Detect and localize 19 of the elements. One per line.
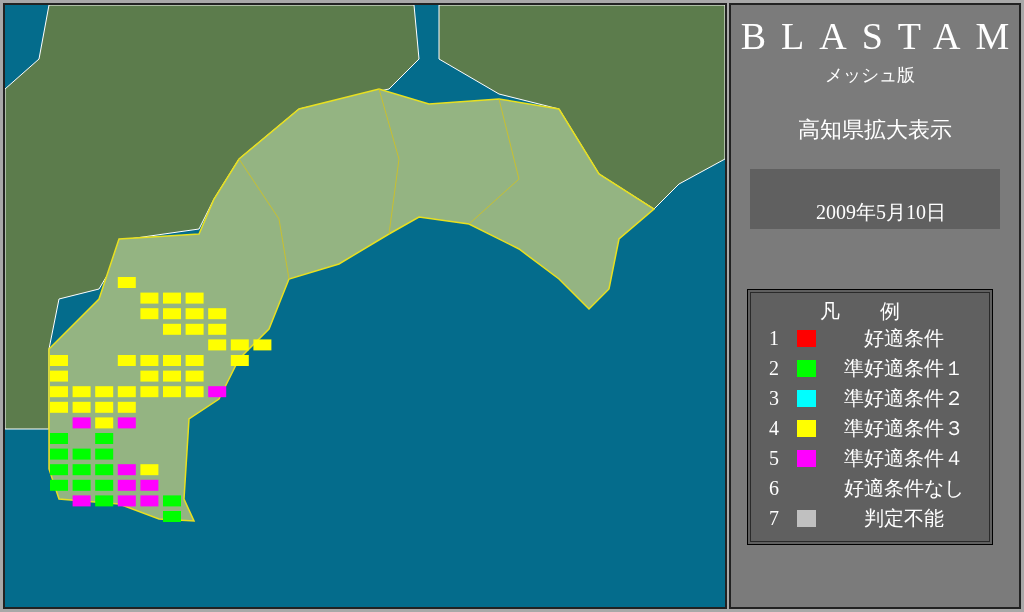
legend-number: 2 [769,356,780,380]
legend-label: 準好適条件１ [843,355,965,381]
app-title: BLASTAM [740,17,1024,55]
legend-title: 凡 例 [819,299,901,323]
legend-label: 判定不能 [863,505,945,531]
date-text: 2009年5月10日 [816,199,946,225]
legend-number: 5 [769,446,780,470]
legend-label: 好適条件 [863,325,945,351]
legend-label: 準好適条件４ [843,445,965,471]
region-label: 高知県拡大表示 [798,116,952,144]
legend-number: 7 [769,506,780,530]
legend-number: 4 [769,416,780,440]
legend-label: 準好適条件２ [843,385,965,411]
legend-label: 準好適条件３ [843,415,965,441]
legend-label: 好適条件なし [843,475,965,501]
legend-number: 1 [769,326,780,350]
app-subtitle: メッシュ版 [825,64,915,87]
legend-number: 3 [769,386,780,410]
legend-number: 6 [769,476,780,500]
